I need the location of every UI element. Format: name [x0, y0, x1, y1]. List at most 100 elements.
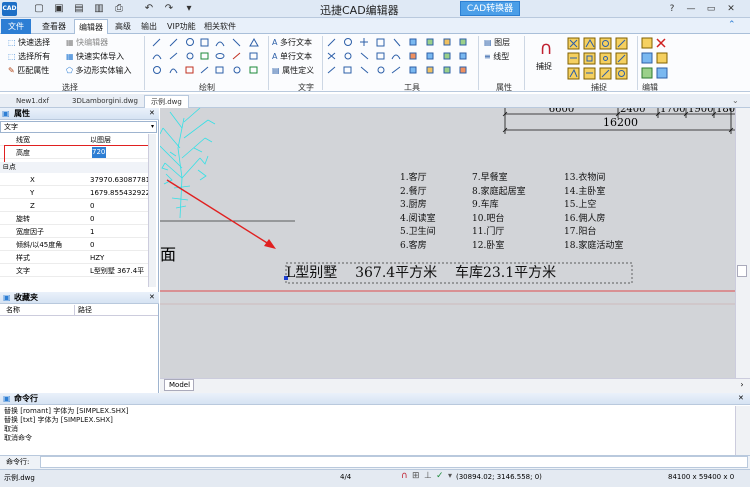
model-tab-bottom[interactable]: Model [164, 379, 194, 391]
save-as-icon[interactable]: ▥ [93, 3, 105, 15]
maximize-icon[interactable]: ▭ [704, 3, 718, 15]
panel-close-icon[interactable]: ✕ [149, 109, 155, 117]
scroll-right-icon[interactable]: › [737, 380, 747, 390]
property-row-rotation[interactable]: 旋转 0 [0, 213, 155, 225]
command-input[interactable] [40, 456, 748, 468]
dim-16200: 16200 [603, 116, 638, 129]
entity-import-icon: ▦ [66, 52, 77, 61]
property-row-width-factor[interactable]: 宽度因子 1 [0, 226, 155, 238]
status-page: 4/4 [340, 473, 352, 481]
tab-editor[interactable]: 编辑器 [74, 19, 108, 34]
tab-related-software[interactable]: 相关软件 [200, 19, 240, 34]
room-label: 11.门厅 [472, 227, 505, 237]
drawing-graphics [160, 108, 735, 305]
room-label: 14.主卧室 [564, 186, 606, 197]
ribbon-collapse-icon[interactable]: ⌃ [728, 20, 736, 30]
help-icon[interactable]: ? [665, 3, 679, 15]
room-label: 12.卧室 [472, 240, 505, 251]
quick-select-icon: ⬚ [8, 38, 19, 47]
layers-button[interactable]: ▤ 图层 [484, 38, 510, 48]
save-icon[interactable]: ▤ [73, 3, 85, 15]
group-label-edit: 编辑 [642, 83, 658, 92]
doc-tab-example[interactable]: 示例.dwg [144, 95, 189, 108]
command-icon: ▣ [3, 394, 11, 403]
snap-magnet-icon[interactable]: ∩ [534, 38, 558, 60]
dropdown-icon[interactable]: ▾ [183, 3, 195, 15]
canvas-horizontal-scrollbar[interactable] [160, 378, 750, 393]
snap-button[interactable]: 捕捉 [536, 62, 552, 72]
quick-entity-import-button[interactable]: ▦ 快速实体导入 [66, 52, 124, 62]
tab-advanced[interactable]: 高级 [111, 19, 135, 34]
favorites-close-icon[interactable]: ✕ [149, 293, 155, 301]
ribbon-separator [322, 36, 323, 90]
tab-vip[interactable]: VIP功能 [163, 19, 200, 34]
tools-icons[interactable] [326, 37, 474, 81]
ortho-toggle-icon[interactable]: ⊥ [424, 471, 432, 481]
room-label: 18.家庭活动室 [564, 240, 624, 251]
open-folder-icon[interactable]: ▣ [53, 3, 65, 15]
favorites-col-path[interactable]: 路径 [74, 305, 92, 316]
command-prompt: 命令行: [6, 458, 30, 466]
room-label: 10.吧台 [472, 213, 505, 224]
selected-title-text[interactable]: L型别墅 367.4平方米 车库23.1平方米 [286, 262, 556, 282]
polar-toggle-icon[interactable]: ✓ [436, 471, 444, 481]
text-icon: A [272, 52, 281, 61]
app-logo[interactable]: CAD [2, 2, 17, 16]
point-section-header[interactable]: ⊟点 [0, 162, 155, 173]
tools-grid [326, 37, 474, 81]
print-icon[interactable]: ⎙ [113, 3, 125, 15]
attribute-definition-button[interactable]: ▤ 属性定义 [272, 66, 314, 76]
edit-icons[interactable] [640, 37, 670, 81]
dim-2400: 2400 [620, 108, 646, 115]
tab-viewer[interactable]: 查看器 [38, 19, 70, 34]
property-row-style[interactable]: 样式 HZY [0, 252, 155, 264]
property-scrollbar[interactable] [148, 134, 156, 287]
canvas-vertical-scrollbar[interactable] [735, 108, 750, 378]
match-properties-button[interactable]: ✎ 匹配属性 [8, 66, 49, 76]
grid-toggle-icon[interactable]: ⊞ [412, 471, 420, 481]
close-icon[interactable]: ✕ [724, 3, 738, 15]
tab-file[interactable]: 文件 [1, 19, 31, 34]
command-close-icon[interactable]: ✕ [738, 394, 744, 402]
drawing-canvas[interactable]: 6600 2400 1700 1900 1800 16200 1.客厅 2.餐厅… [160, 108, 735, 378]
ribbon-separator [144, 36, 145, 90]
polygon-entity-input-button[interactable]: ⬠ 多边形实体输入 [66, 66, 132, 76]
minimize-icon[interactable]: — [684, 3, 698, 15]
room-label: 16.佣人房 [564, 213, 606, 224]
dropdown-icon[interactable]: ▾ [448, 471, 452, 480]
property-row-y[interactable]: Y 1679.855432922 [0, 187, 155, 199]
edit-tools-grid [640, 37, 670, 81]
mtext-button[interactable]: A 多行文本 [272, 38, 312, 48]
property-row-text[interactable]: 文字 L型别墅 367.4平 [0, 265, 155, 277]
scrollbar-thumb[interactable] [737, 265, 747, 277]
properties-header: 属性 [0, 108, 159, 120]
ribbon-separator [524, 36, 525, 90]
draw-tools-icons[interactable] [150, 37, 268, 81]
property-row-x[interactable]: X 37970.630877819 [0, 174, 155, 186]
doc-tab-lamborgini[interactable]: 3DLamborgini.dwg [66, 95, 144, 108]
room-label: 1.客厅 [400, 173, 427, 183]
new-file-icon[interactable]: ▢ [33, 3, 45, 15]
favorites-col-name[interactable]: 名称 [6, 305, 20, 316]
select-all-button[interactable]: ⬚ 选择所有 [8, 52, 50, 62]
command-scrollbar[interactable] [735, 406, 750, 455]
quick-select-button[interactable]: ⬚ 快速选择 [8, 38, 50, 48]
annotation-arrow [166, 179, 276, 249]
entity-type-select[interactable]: 文字 ▾ [0, 121, 157, 133]
tab-output[interactable]: 输出 [137, 19, 161, 34]
status-drawing-size: 84100 x 59400 x 0 [668, 473, 735, 481]
redo-icon[interactable]: ↷ [163, 3, 175, 15]
window-title: 迅捷CAD编辑器 [320, 4, 399, 17]
property-row-oblique[interactable]: 倾斜/以45度角 0 [0, 239, 155, 251]
undo-icon[interactable]: ↶ [143, 3, 155, 15]
block-editor-button[interactable]: ▦ 快编辑器 [66, 38, 108, 48]
snap-mode-icons[interactable] [566, 37, 634, 81]
single-line-text-button[interactable]: A 单行文本 [272, 52, 312, 62]
doc-tab-new1[interactable]: New1.dxf [10, 95, 55, 108]
command-history: 替换 [romant] 字体为 [SIMPLEX.SHX] 替换 [txt] 字… [4, 407, 129, 443]
cad-converter-button[interactable]: CAD转换器 [460, 1, 520, 16]
linetype-button[interactable]: ≡ 线型 [484, 52, 509, 62]
property-row-z[interactable]: Z0 [0, 200, 155, 212]
tab-list-icon[interactable]: ⌄ [732, 96, 739, 105]
snap-toggle-icon[interactable]: ∩ [401, 471, 408, 481]
